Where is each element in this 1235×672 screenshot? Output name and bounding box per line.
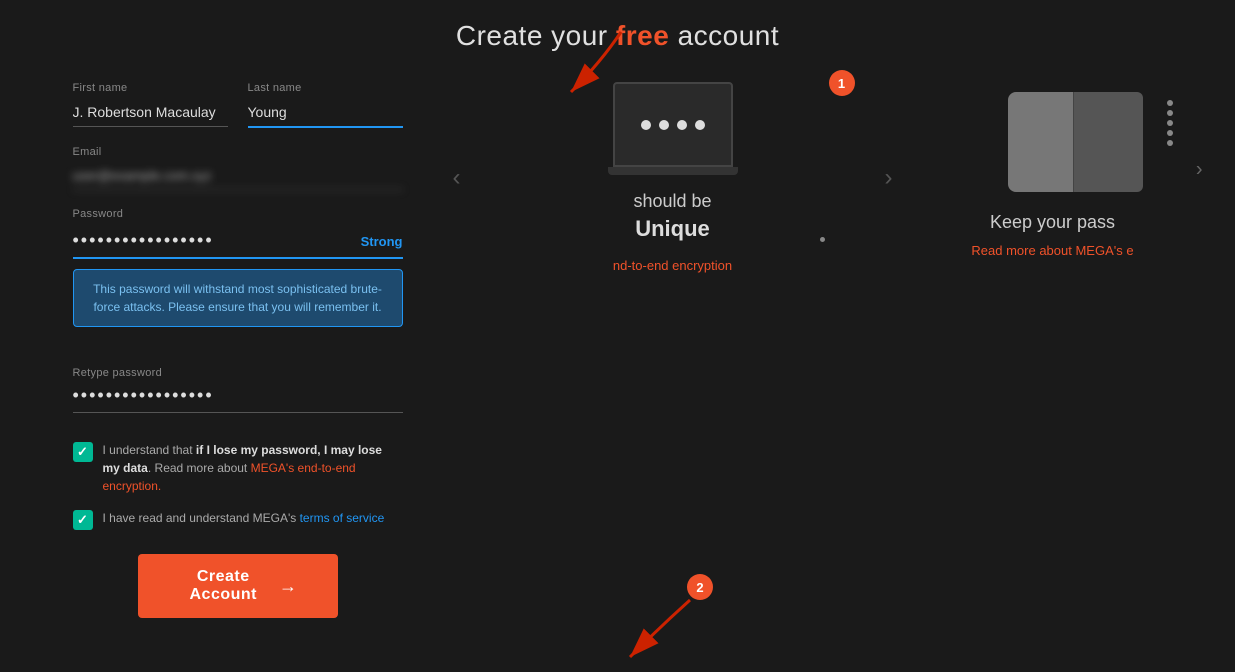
safe-door [1073, 92, 1143, 192]
carousel-link[interactable]: nd-to-end encryption [613, 258, 732, 273]
password-group: Password Strong This password will withs… [73, 208, 403, 345]
strength-label: Strong [361, 234, 403, 249]
pwd-dot-3 [677, 120, 687, 130]
terms-link[interactable]: terms of service [300, 511, 385, 525]
carousel-next[interactable]: › [875, 154, 903, 202]
create-account-button[interactable]: Create Account → [138, 554, 338, 618]
create-btn-label: Create Account [178, 568, 270, 604]
pwd-dot-4 [695, 120, 705, 130]
carousel-prev[interactable]: ‹ [443, 154, 471, 202]
password-row: Strong [73, 226, 403, 259]
checkbox-row-1: I understand that if I lose my password,… [73, 441, 403, 495]
registration-form: First name Last name Email user@example.… [43, 82, 433, 618]
laptop-base [608, 167, 738, 175]
last-name-input[interactable] [248, 100, 403, 128]
safe-dot-1 [1167, 100, 1173, 106]
safe-illustration [1008, 92, 1098, 192]
password-input[interactable] [73, 226, 353, 257]
safe-dot-4 [1167, 130, 1173, 136]
checkbox-row-2: I have read and understand MEGA's terms … [73, 509, 403, 530]
checkbox-section: I understand that if I lose my password,… [73, 441, 403, 530]
safe-dots [1167, 100, 1173, 146]
password-dots-display [641, 120, 705, 130]
safe-shape [1008, 92, 1098, 192]
annotation-arrow-1 [541, 22, 661, 102]
password-label: Password [73, 208, 403, 220]
retype-label: Retype password [73, 367, 163, 379]
title-post: account [669, 20, 779, 51]
retype-section: Retype password [73, 363, 403, 413]
checkbox-2[interactable] [73, 510, 93, 530]
checkbox-2-text: I have read and understand MEGA's terms … [103, 509, 385, 527]
annotation-badge-1: 1 [829, 70, 855, 96]
first-name-group: First name [73, 82, 228, 128]
safe-dot-3 [1167, 120, 1173, 126]
pwd-dot-1 [641, 120, 651, 130]
laptop-illustration: 1 [481, 82, 865, 175]
email-label: Email [73, 146, 403, 158]
retype-input[interactable] [73, 381, 403, 413]
checkbox-1[interactable] [73, 442, 93, 462]
last-name-group: Last name [248, 82, 403, 128]
email-value[interactable]: user@example.com.xyz [73, 164, 403, 190]
email-group: Email user@example.com.xyz [73, 146, 403, 190]
center-layout: First name Last name Email user@example.… [0, 82, 1235, 618]
carousel-subtitle: should be [633, 191, 711, 212]
carousel-main-text: Unique [635, 216, 710, 242]
right-panel: Keep your pass Read more about MEGA's e … [913, 82, 1193, 258]
decoration-dot [820, 237, 825, 242]
right-title: Keep your pass [990, 212, 1115, 233]
carousel-section: ‹ 1 [433, 82, 913, 273]
checkbox-1-text: I understand that if I lose my password,… [103, 441, 403, 495]
last-name-label: Last name [248, 82, 403, 94]
first-name-input[interactable] [73, 100, 228, 127]
create-btn-arrow-icon: → [279, 576, 298, 597]
slide-container: 1 [481, 82, 865, 191]
right-link[interactable]: Read more about MEGA's e [971, 243, 1133, 258]
first-name-label: First name [73, 82, 228, 94]
name-row: First name Last name [73, 82, 403, 128]
main-content: First name Last name Email user@example.… [0, 82, 1235, 649]
safe-dot-5 [1167, 140, 1173, 146]
password-tip: This password will withstand most sophis… [73, 269, 403, 327]
safe-dot-2 [1167, 110, 1173, 116]
pwd-dot-2 [659, 120, 669, 130]
carousel-content: 1 [471, 82, 875, 273]
right-nav-arrow[interactable]: › [1196, 159, 1203, 182]
